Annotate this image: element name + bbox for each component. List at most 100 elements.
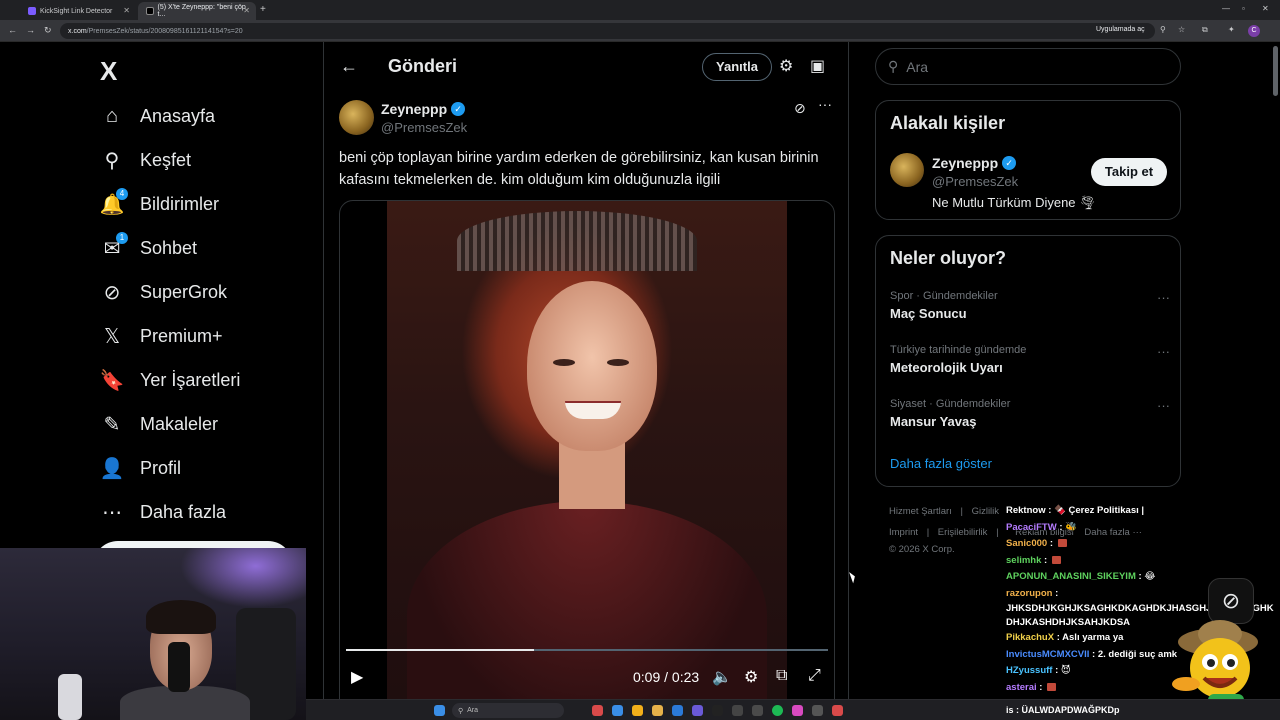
browser-icon[interactable] [632, 705, 643, 716]
app-icon[interactable] [712, 705, 723, 716]
x-premium-icon: 𝕏 [103, 325, 121, 348]
settings-gear-icon[interactable]: ⚙ [744, 667, 758, 687]
browser-toolbar: ← → ↻ x.com /PremsesZek/status/200809851… [0, 20, 1280, 42]
open-in-app-button[interactable]: Uygulamada aç [1092, 25, 1149, 34]
play-icon[interactable]: ▶ [351, 667, 363, 687]
nav-supergrok[interactable]: ⊘ SuperGrok [100, 277, 227, 307]
nav-messages[interactable]: ✉ 1 Sohbet [100, 232, 197, 263]
close-window-icon[interactable]: ✕ [1262, 4, 1269, 13]
bookmark-star-icon[interactable]: ☆ [1178, 25, 1185, 34]
nav-notifications[interactable]: 🔔 4 Bildirimler [100, 188, 219, 219]
trend-item[interactable]: Siyaset · Gündemdekiler Mansur Yavaş ··· [890, 398, 1170, 429]
nav-more[interactable]: ⋯ Daha fazla [100, 497, 226, 527]
more-options-icon[interactable]: ··· [1157, 290, 1170, 305]
app-icon[interactable] [612, 705, 623, 716]
webcam-bottle [58, 674, 82, 720]
zoom-icon[interactable]: ⚲ [1160, 25, 1166, 34]
author-name: Zeyneppp [381, 101, 448, 117]
spotify-icon[interactable] [772, 705, 783, 716]
search-icon: ⚲ [888, 58, 899, 74]
terms-link[interactable]: Hizmet Şartları [889, 506, 952, 517]
chat-user: selimhk [1006, 554, 1042, 566]
fullscreen-icon[interactable]: ⤢ [808, 667, 821, 685]
trend-context: Türkiye tarihinde gündemde [890, 344, 1027, 356]
app-icon[interactable] [592, 705, 603, 716]
new-tab-button[interactable]: + [260, 4, 266, 15]
author-handle[interactable]: @PremsesZek [381, 120, 467, 135]
app-icon[interactable] [672, 705, 683, 716]
related-avatar[interactable] [890, 153, 924, 187]
webcam-light [180, 548, 306, 608]
profile-avatar[interactable]: C [1248, 25, 1260, 37]
show-more-link[interactable]: Daha fazla göster [890, 456, 992, 471]
close-tab-icon[interactable]: ✕ [123, 6, 130, 15]
app-icon[interactable] [732, 705, 743, 716]
grok-icon[interactable]: ⊘ [794, 100, 806, 117]
follow-button[interactable]: Takip et [1091, 158, 1167, 186]
more-options-icon[interactable]: ··· [1157, 344, 1170, 359]
extensions-icon[interactable]: ⧉ [1202, 25, 1208, 35]
nav-home[interactable]: ⌂ Anasayfa [100, 101, 215, 131]
reader-view-icon[interactable]: ▣ [810, 56, 825, 76]
close-tab-icon[interactable]: ✕ [243, 6, 250, 15]
browser-tab[interactable]: KickSight Link Detector ✕ [20, 2, 136, 20]
maximize-icon[interactable]: ▫ [1242, 4, 1245, 13]
filter-sliders-icon[interactable]: ⚙ [779, 56, 793, 76]
nav-profile[interactable]: 👤 Profil [100, 453, 181, 483]
more-options-icon[interactable]: ··· [818, 96, 832, 112]
nav-articles[interactable]: ✎ Makaleler [100, 409, 218, 439]
discord-icon[interactable] [692, 705, 703, 716]
search-input[interactable]: ⚲ Ara [875, 48, 1181, 85]
taskbar-search[interactable]: ⚲ Ara [452, 703, 564, 718]
forward-icon[interactable]: → [26, 25, 35, 35]
address-bar[interactable]: x.com /PremsesZek/status/200809851611211… [60, 23, 1155, 39]
nav-bookmarks[interactable]: 🔖 Yer İşaretleri [100, 365, 241, 395]
start-icon[interactable] [434, 705, 445, 716]
verified-badge-icon: ✓ [1002, 156, 1017, 170]
back-arrow-icon[interactable]: ← [340, 56, 358, 77]
trend-item[interactable]: Spor · Gündemdekiler Maç Sonucu ··· [890, 290, 1170, 321]
app-icon[interactable] [812, 705, 823, 716]
privacy-link[interactable]: Gizlilik [972, 506, 999, 517]
folder-icon[interactable] [652, 705, 663, 716]
back-icon[interactable]: ← [8, 25, 17, 35]
webcam-hair [146, 600, 216, 634]
post-detail-column: ← Gönderi Yanıtla ⚙ ▣ Zeyneppp ✓ @Premse… [323, 42, 849, 720]
nav-label: Makaleler [140, 413, 219, 434]
volume-icon[interactable]: 🔈 [712, 667, 732, 687]
accessibility-link[interactable]: Erişilebilirlik [938, 527, 988, 538]
trend-item[interactable]: Türkiye tarihinde gündemde Meteorolojik … [890, 344, 1170, 375]
nav-label: Keşfet [140, 149, 192, 170]
minimize-icon[interactable]: — [1222, 4, 1230, 13]
author-avatar[interactable] [339, 100, 374, 135]
picture-in-picture-icon[interactable]: ⧉ [776, 667, 787, 685]
page-title: Gönderi [388, 56, 458, 76]
app-icon[interactable] [832, 705, 843, 716]
browser-tab-active[interactable]: (5) X'te Zeyneppp: "beni çöp t... ✕ [138, 2, 256, 20]
chat-message: PacaciFTW : 🐝 [1006, 521, 1077, 533]
nav-explore[interactable]: ⚲ Keşfet [100, 145, 191, 175]
nav-premium[interactable]: 𝕏 Premium+ [100, 321, 223, 351]
chat-user: PikkachuX [1006, 632, 1055, 643]
reload-icon[interactable]: ↻ [44, 25, 52, 36]
app-icon[interactable] [752, 705, 763, 716]
extension-icon[interactable]: ✦ [1228, 25, 1235, 34]
related-handle[interactable]: @PremsesZek [932, 174, 1018, 189]
imprint-link[interactable]: Imprint [889, 527, 918, 538]
notification-badge: 4 [116, 188, 128, 200]
app-icon[interactable] [792, 705, 803, 716]
mail-icon: ✉ 1 [100, 232, 128, 260]
author-name-row[interactable]: Zeyneppp ✓ [381, 101, 466, 117]
reply-button[interactable]: Yanıtla [702, 53, 772, 81]
page-scrollbar[interactable] [1273, 46, 1278, 96]
video-eye [607, 359, 629, 366]
chat-message: Rektnow : 🍫 Çerez Politikası | [1006, 505, 1145, 516]
more-options-icon[interactable]: ··· [1157, 398, 1170, 413]
video-progress-bar[interactable] [346, 649, 828, 651]
x-logo[interactable]: X [100, 56, 117, 87]
chat-message: selimhk : [1006, 553, 1280, 570]
trend-name: Mansur Yavaş [890, 414, 977, 429]
related-name-row[interactable]: Zeyneppp ✓ [932, 155, 1017, 171]
trend-context: Spor · Gündemdekiler [890, 290, 998, 302]
video-player[interactable]: ▶ 0:09 / 0:23 🔈 ⚙ ⧉ ⤢ [339, 200, 835, 720]
